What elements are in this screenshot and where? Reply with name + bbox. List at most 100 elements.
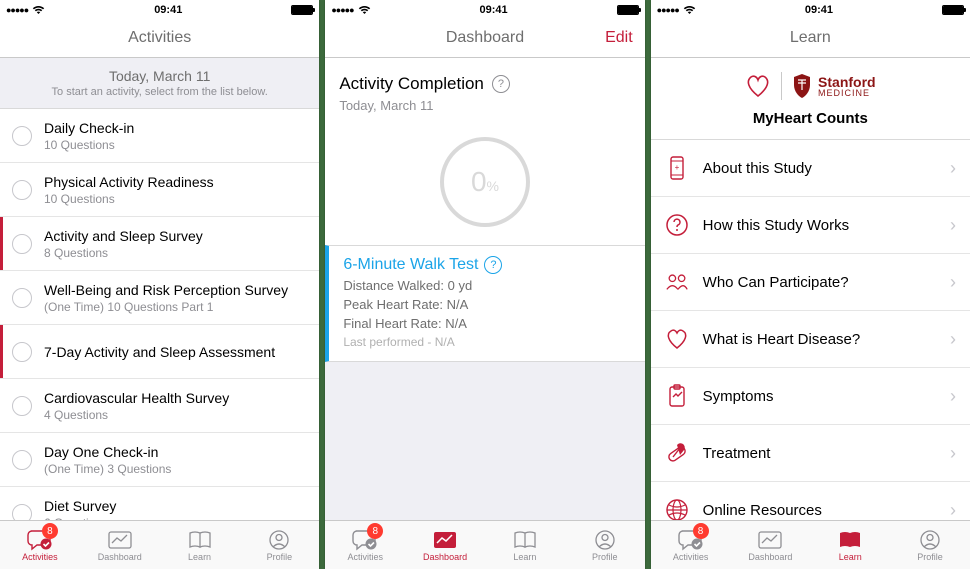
activity-sub: (One Time) 10 Questions Part 1 bbox=[44, 300, 307, 314]
chart-icon bbox=[432, 529, 458, 551]
chevron-right-icon: › bbox=[950, 329, 956, 350]
tab-activities[interactable]: 8 Activities bbox=[325, 521, 405, 569]
learn-label: How this Study Works bbox=[703, 217, 950, 234]
activity-sub: 10 Questions bbox=[44, 192, 307, 206]
tab-learn[interactable]: Learn bbox=[810, 521, 890, 569]
learn-row[interactable]: What is Heart Disease?› bbox=[651, 311, 970, 368]
profile-icon bbox=[592, 529, 618, 551]
people-icon bbox=[665, 270, 689, 294]
tab-learn[interactable]: Learn bbox=[160, 521, 240, 569]
phone-activities: ●●●●● 09:41 Activities Today, March 11 T… bbox=[0, 0, 319, 569]
tab-label: Dashboard bbox=[423, 552, 467, 562]
activities-badge: 8 bbox=[693, 523, 709, 539]
dashboard-empty-area bbox=[325, 362, 644, 520]
learn-label: Treatment bbox=[703, 445, 950, 462]
learn-row[interactable]: + About this Study› bbox=[651, 140, 970, 197]
tab-bar: 8 Activities Dashboard Learn Profile bbox=[325, 520, 644, 569]
battery-icon bbox=[942, 5, 964, 15]
tab-activities[interactable]: 8 Activities bbox=[651, 521, 731, 569]
learn-label: About this Study bbox=[703, 160, 950, 177]
activities-content: Today, March 11 To start an activity, se… bbox=[0, 58, 319, 520]
tab-profile[interactable]: Profile bbox=[565, 521, 645, 569]
svg-text:+: + bbox=[674, 163, 679, 172]
walk-distance: Distance Walked: 0 yd bbox=[343, 278, 630, 293]
tab-label: Activities bbox=[673, 552, 709, 562]
walk-last-performed: Last performed - N/A bbox=[343, 335, 630, 349]
tab-label: Dashboard bbox=[748, 552, 792, 562]
learn-header: Stanford MEDICINE MyHeart Counts bbox=[651, 58, 970, 139]
learn-row[interactable]: How this Study Works› bbox=[651, 197, 970, 254]
help-icon[interactable]: ? bbox=[492, 75, 510, 93]
progress-percent: % bbox=[487, 178, 499, 194]
edit-button[interactable]: Edit bbox=[605, 29, 633, 47]
book-icon bbox=[512, 529, 538, 551]
status-bar: ●●●●● 09:41 bbox=[651, 0, 970, 18]
nav-bar: Learn bbox=[651, 18, 970, 58]
tab-label: Learn bbox=[839, 552, 862, 562]
tab-profile[interactable]: Profile bbox=[239, 521, 319, 569]
completion-header: Activity Completion ? Today, March 11 bbox=[325, 58, 644, 123]
dashboard-content: Activity Completion ? Today, March 11 0%… bbox=[325, 58, 644, 520]
phone-learn: ●●●●● 09:41 Learn Stanford bbox=[651, 0, 970, 569]
radio-icon bbox=[12, 180, 32, 200]
tab-label: Learn bbox=[513, 552, 536, 562]
activities-badge: 8 bbox=[42, 523, 58, 539]
activity-row[interactable]: 7-Day Activity and Sleep Assessment bbox=[0, 325, 319, 379]
activity-title: Diet Survey bbox=[44, 498, 307, 514]
stanford-logo: Stanford MEDICINE bbox=[792, 73, 876, 99]
signal-dots-icon: ●●●●● bbox=[657, 5, 679, 15]
walk-test-card[interactable]: 6-Minute Walk Test ? Distance Walked: 0 … bbox=[325, 245, 644, 362]
chevron-right-icon: › bbox=[950, 158, 956, 179]
radio-icon bbox=[12, 450, 32, 470]
help-icon[interactable]: ? bbox=[484, 256, 502, 274]
activity-row[interactable]: Daily Check-in10 Questions bbox=[0, 109, 319, 163]
activity-row[interactable]: Day One Check-in(One Time) 3 Questions bbox=[0, 433, 319, 487]
today-date: Today, March 11 bbox=[12, 68, 307, 84]
tab-dashboard[interactable]: Dashboard bbox=[730, 521, 810, 569]
activity-row[interactable]: Cardiovascular Health Survey4 Questions bbox=[0, 379, 319, 433]
status-time: 09:41 bbox=[154, 4, 182, 16]
status-bar: ●●●●● 09:41 bbox=[0, 0, 319, 18]
status-bar: ●●●●● 09:41 bbox=[325, 0, 644, 18]
nav-title: Activities bbox=[128, 29, 191, 47]
chevron-right-icon: › bbox=[950, 272, 956, 293]
radio-icon bbox=[12, 342, 32, 362]
radio-icon bbox=[12, 126, 32, 146]
tab-activities[interactable]: 8 Activities bbox=[0, 521, 80, 569]
radio-icon bbox=[12, 234, 32, 254]
radio-icon bbox=[12, 396, 32, 416]
heart-icon bbox=[745, 74, 771, 98]
tab-label: Profile bbox=[592, 552, 618, 562]
phone-icon: + bbox=[665, 156, 689, 180]
radio-icon bbox=[12, 288, 32, 308]
activity-title: Day One Check-in bbox=[44, 444, 307, 460]
learn-row[interactable]: Symptoms› bbox=[651, 368, 970, 425]
chart-icon bbox=[107, 529, 133, 551]
activity-row[interactable]: Physical Activity Readiness 10 Questions bbox=[0, 163, 319, 217]
activities-list: Daily Check-in10 QuestionsPhysical Activ… bbox=[0, 109, 319, 520]
activity-row[interactable]: Diet Survey6 Questions bbox=[0, 487, 319, 520]
tab-label: Learn bbox=[188, 552, 211, 562]
nav-title: Dashboard bbox=[446, 29, 524, 47]
chevron-right-icon: › bbox=[950, 443, 956, 464]
learn-row[interactable]: Who Can Participate?› bbox=[651, 254, 970, 311]
wifi-icon bbox=[32, 5, 45, 15]
tab-learn[interactable]: Learn bbox=[485, 521, 565, 569]
progress-value: 0 bbox=[471, 166, 487, 197]
activity-sub: 4 Questions bbox=[44, 408, 307, 422]
activities-today-header: Today, March 11 To start an activity, se… bbox=[0, 58, 319, 109]
activity-title: Physical Activity Readiness bbox=[44, 174, 307, 190]
activity-row[interactable]: Activity and Sleep Survey8 Questions bbox=[0, 217, 319, 271]
tab-label: Activities bbox=[347, 552, 383, 562]
tab-dashboard[interactable]: Dashboard bbox=[405, 521, 485, 569]
tab-profile[interactable]: Profile bbox=[890, 521, 970, 569]
chevron-right-icon: › bbox=[950, 386, 956, 407]
tab-dashboard[interactable]: Dashboard bbox=[80, 521, 160, 569]
wifi-icon bbox=[683, 5, 696, 15]
status-time: 09:41 bbox=[805, 4, 833, 16]
profile-icon bbox=[266, 529, 292, 551]
activity-row[interactable]: Well-Being and Risk Perception Survey(On… bbox=[0, 271, 319, 325]
learn-row[interactable]: Treatment› bbox=[651, 425, 970, 482]
learn-row[interactable]: Online Resources› bbox=[651, 482, 970, 520]
battery-icon bbox=[291, 5, 313, 15]
